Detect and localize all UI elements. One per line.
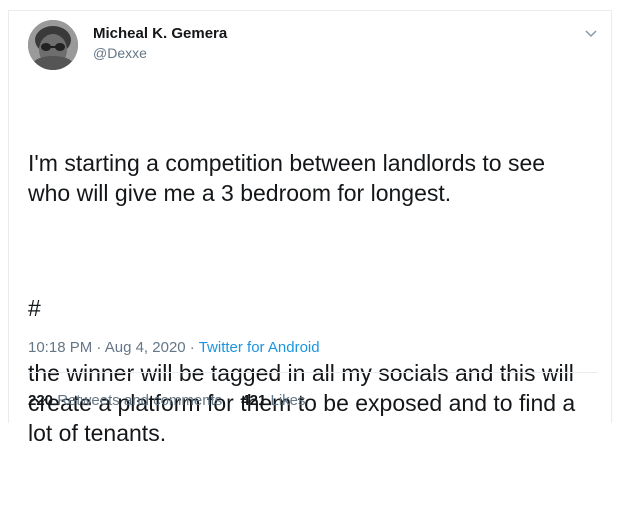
meta-separator: ·	[185, 339, 199, 356]
tweet-meta: 10:18 PM · Aug 4, 2020 · Twitter for And…	[28, 339, 320, 356]
author-name[interactable]: Micheal K. Gemera	[93, 25, 227, 42]
tweet-card: Micheal K. Gemera @Dexxe I'm starting a …	[8, 10, 612, 446]
tweet-date[interactable]: Aug 4, 2020	[105, 339, 186, 356]
tweet-text: I'm starting a competition between landl…	[28, 88, 598, 508]
author-handle[interactable]: @Dexxe	[93, 45, 147, 61]
tweet-stats: 220 Retweets and comments 421 Likes	[28, 392, 325, 409]
retweets-stat[interactable]: 220 Retweets and comments	[28, 392, 222, 409]
avatar[interactable]	[28, 20, 78, 70]
retweets-label: Retweets and comments	[57, 392, 223, 409]
divider	[28, 372, 598, 373]
chevron-down-icon[interactable]	[583, 25, 599, 41]
retweets-count: 220	[28, 392, 54, 409]
tweet-hashtag[interactable]: #	[28, 295, 41, 322]
tweet-source-link[interactable]: Twitter for Android	[199, 339, 320, 356]
likes-label: Likes	[270, 392, 306, 409]
likes-count: 421	[241, 392, 267, 409]
likes-stat[interactable]: 421 Likes	[241, 392, 305, 409]
meta-separator: ·	[92, 339, 105, 356]
tweet-paragraph-1: I'm starting a competition between landl…	[28, 150, 546, 206]
tweet-time[interactable]: 10:18 PM	[28, 339, 92, 356]
avatar-image	[28, 20, 78, 70]
